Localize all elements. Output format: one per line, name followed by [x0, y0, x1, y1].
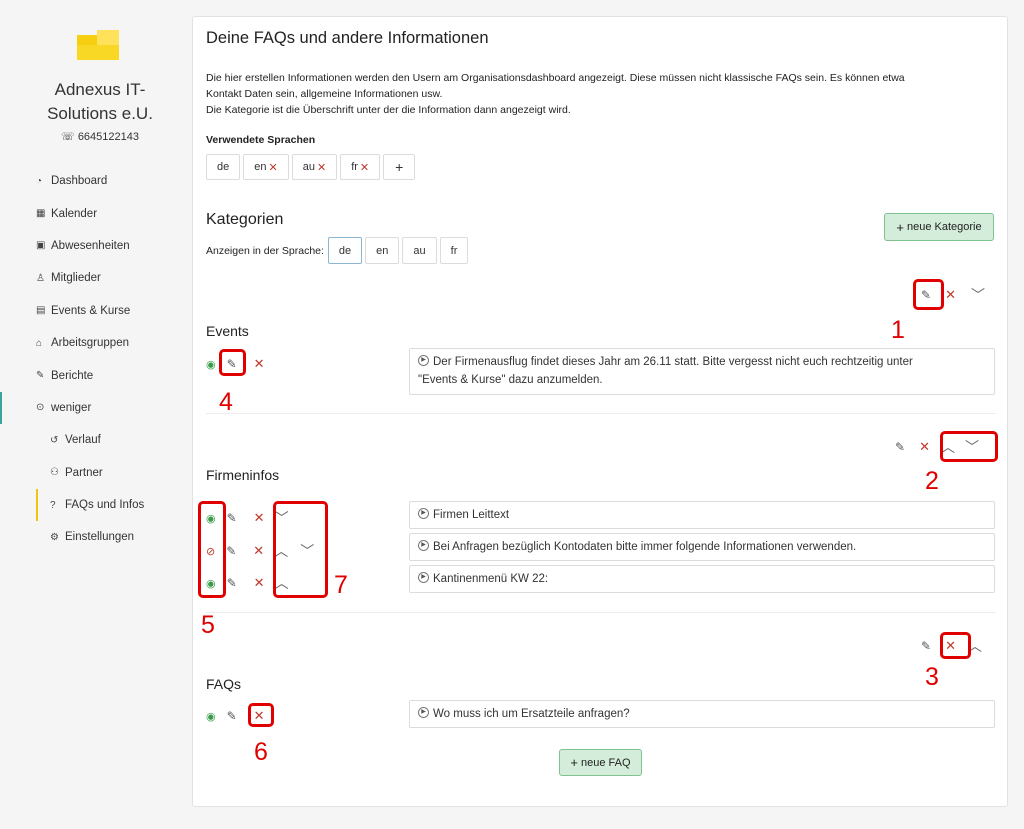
display-language-en[interactable]: en	[365, 237, 400, 264]
delete-item-icon[interactable]: ✕	[254, 356, 265, 372]
edit-item-icon[interactable]: ✎	[226, 544, 236, 558]
sidebar-item-einstellungen[interactable]: ⚙ Einstellungen	[0, 521, 180, 553]
category-title: Events	[206, 323, 249, 339]
edit-item-icon[interactable]: ✎	[227, 511, 237, 525]
annotation-number-6: 6	[254, 738, 268, 766]
annotation-box-5	[198, 501, 226, 598]
event-icon: ▤	[36, 305, 46, 317]
display-language-fr[interactable]: fr	[439, 237, 469, 264]
annotation-box-1	[913, 279, 944, 310]
dashboard-icon: ◔	[36, 175, 43, 187]
eye-icon[interactable]: ◉	[206, 710, 216, 723]
remove-language-icon[interactable]: ✕	[360, 161, 369, 174]
calendar-check-icon: ▣	[36, 240, 46, 252]
play-circle-icon: ▶	[418, 508, 429, 520]
display-language-de[interactable]: de	[327, 237, 363, 264]
edit-item-icon[interactable]: ✎	[227, 709, 237, 723]
faq-item[interactable]: ▶ Kantinenmenü KW 22:	[409, 565, 995, 593]
question-icon: ?	[50, 499, 56, 511]
page-description: Die hier erstellen Informationen werden …	[206, 72, 905, 116]
user-icon: ♙	[36, 272, 45, 284]
sidebar-item-dashboard[interactable]: ◔ Dashboard	[0, 165, 180, 197]
org-phone: ☏ 6645122143	[60, 131, 139, 143]
display-language-selector: Anzeigen in der Sprache: de en au fr	[206, 237, 469, 264]
language-chip-en[interactable]: en ✕	[243, 154, 289, 180]
sidebar: Adnexus IT- Solutions e.U. ☏ 6645122143 …	[0, 0, 180, 829]
sidebar-nav: ◔ Dashboard ▦ Kalender ▣ Abwesenheiten ♙ Mit…	[0, 165, 180, 554]
category-title: FAQs	[206, 676, 242, 692]
category-title: Firmeninfos	[206, 467, 280, 483]
annotation-number-7: 7	[334, 571, 348, 599]
org-logo	[77, 30, 121, 60]
institution-icon: ⌂	[36, 337, 43, 349]
display-language-au[interactable]: au	[402, 237, 437, 264]
sidebar-item-weniger[interactable]: ⊙ weniger	[0, 391, 180, 425]
language-chip-fr[interactable]: fr ✕	[340, 154, 381, 180]
display-language-label: Anzeigen in der Sprache:	[206, 244, 324, 257]
sidebar-item-faqs[interactable]: ? FAQs und Infos	[36, 488, 180, 522]
calendar-icon: ▦	[36, 208, 46, 220]
faq-card: Deine FAQs und andere Informationen Die …	[192, 16, 1008, 807]
annotation-number-3: 3	[925, 663, 939, 691]
sidebar-item-abwesenheiten[interactable]: ▣ Abwesenheiten	[0, 230, 180, 262]
org-name: Adnexus IT- Solutions e.U.	[47, 80, 153, 123]
history-icon: ↺	[50, 434, 59, 446]
page-title: Deine FAQs und andere Informationen	[206, 29, 489, 47]
annotation-box-2	[940, 431, 998, 462]
annotation-number-4: 4	[219, 388, 233, 416]
new-faq-button[interactable]: + neue FAQ	[559, 749, 642, 776]
plus-icon: +	[896, 219, 904, 235]
add-language-button[interactable]: +	[383, 154, 416, 180]
delete-item-icon[interactable]: ✕	[254, 575, 265, 591]
people-icon: ⚇	[50, 467, 59, 479]
sidebar-item-verlauf[interactable]: ↺ Verlauf	[0, 424, 180, 456]
delete-item-icon[interactable]: ✕	[253, 543, 264, 559]
languages-label: Verwendete Sprachen	[206, 134, 316, 146]
play-circle-icon: ▶	[418, 355, 429, 367]
play-circle-icon: ▶	[418, 540, 429, 552]
delete-category-icon[interactable]: ✕	[919, 439, 930, 455]
annotation-box-4	[219, 349, 246, 376]
faq-item[interactable]: ▶ Bei Anfragen bezüglich Kontodaten bitte…	[409, 533, 995, 561]
categories-title: Kategorien	[206, 211, 284, 228]
used-languages: de en ✕ au ✕ fr ✕ +	[206, 154, 416, 180]
annotation-box-6	[248, 703, 274, 727]
annotation-number-2: 2	[925, 467, 939, 495]
annotation-number-1: 1	[891, 316, 905, 344]
delete-item-icon[interactable]: ✕	[254, 510, 265, 526]
faq-item[interactable]: ▶ Firmen Leittext	[409, 501, 995, 529]
edit-category-icon[interactable]: ✎	[895, 440, 905, 454]
chevron-down-icon[interactable]: ﹀	[971, 285, 985, 305]
language-chip-au[interactable]: au ✕	[291, 154, 338, 180]
edit-item-icon[interactable]: ✎	[227, 576, 237, 590]
annotation-box-7	[273, 501, 328, 598]
play-circle-icon: ▶	[418, 572, 429, 584]
faq-item[interactable]: ▶ Der Firmenausflug findet dieses Jahr am…	[409, 348, 995, 395]
chevron-up-circle-icon: ⊙	[36, 402, 45, 414]
annotation-number-5: 5	[201, 611, 215, 639]
annotation-box-3	[940, 632, 971, 659]
faq-item[interactable]: ▶ Wo muss ich um Ersatzteile anfragen?	[409, 700, 995, 728]
paperclip-icon: ✎	[36, 370, 45, 382]
play-circle-icon: ▶	[418, 707, 429, 719]
sidebar-item-mitglieder[interactable]: ♙ Mitglieder	[0, 262, 180, 294]
edit-category-icon[interactable]: ✎	[921, 639, 931, 653]
eye-icon[interactable]: ◉	[206, 358, 216, 371]
phone-icon: ☏	[60, 131, 75, 143]
sidebar-item-berichte[interactable]: ✎ Berichte	[0, 359, 180, 391]
plus-icon: +	[570, 755, 579, 770]
remove-language-icon[interactable]: ✕	[317, 161, 326, 174]
delete-category-icon[interactable]: ✕	[945, 287, 956, 303]
new-category-button[interactable]: + neue Kategorie	[884, 213, 994, 241]
sidebar-item-kalender[interactable]: ▦ Kalender	[0, 197, 180, 229]
remove-language-icon[interactable]: ✕	[269, 161, 278, 174]
sidebar-item-partner[interactable]: ⚇ Partner	[0, 457, 180, 489]
sidebar-item-events[interactable]: ▤ Events & Kurse	[0, 295, 180, 327]
sidebar-item-arbeitsgruppen[interactable]: ⌂ Arbeitsgruppen	[0, 327, 180, 359]
gears-icon: ⚙	[50, 531, 59, 543]
language-chip-de[interactable]: de	[206, 154, 241, 180]
